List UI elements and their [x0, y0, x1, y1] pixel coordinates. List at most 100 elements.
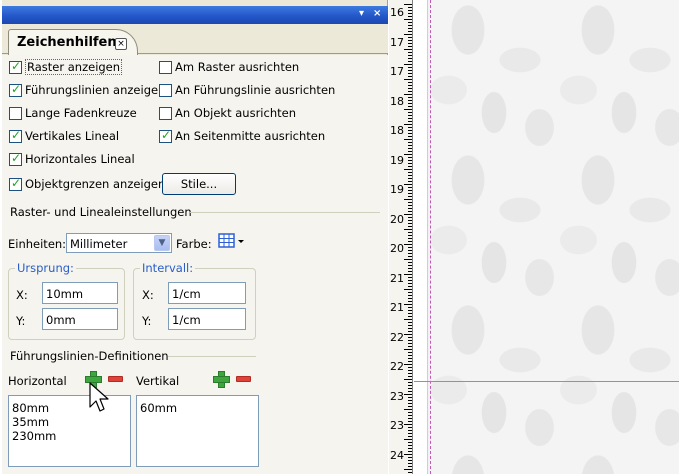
ruler-label: 16	[390, 6, 404, 19]
an-objekt-ausrichten-label: An Objekt ausrichten	[175, 106, 296, 120]
section-divider	[190, 212, 380, 213]
ruler-tick	[408, 115, 412, 116]
ursprung-x-input[interactable]: 10mm	[42, 282, 118, 304]
tab-zeichenhilfen[interactable]: Zeichenhilfen ×	[8, 29, 138, 55]
ruler-tick	[408, 40, 412, 41]
ruler-tick	[404, 94, 412, 95]
ruler-label: 19	[390, 153, 404, 167]
horizontal-guide-line[interactable]	[414, 381, 679, 382]
checkbox-box[interactable]	[9, 82, 22, 97]
ruler-tick	[408, 211, 412, 212]
ruler-tick	[408, 358, 412, 359]
ruler-tick	[408, 262, 412, 263]
ruler-tick	[404, 289, 412, 290]
ruler-tick	[408, 160, 412, 161]
ruler-tick	[408, 451, 412, 452]
ruler-tick	[408, 130, 412, 131]
ruler-tick	[404, 199, 412, 200]
an-objekt-ausrichten-checkbox[interactable]: An Objekt ausrichten	[159, 105, 296, 121]
intervall-x-input[interactable]: 1/cm	[168, 282, 246, 304]
ruler-tick	[408, 82, 412, 83]
horizontales-lineal-checkbox[interactable]: Horizontales Lineal	[9, 151, 135, 167]
ruler-tick	[408, 112, 412, 113]
ruler-tick	[408, 361, 412, 362]
ruler-tick	[408, 271, 412, 272]
ruler-tick	[408, 58, 412, 59]
document-canvas[interactable]	[414, 0, 679, 474]
ruler-label: 20	[390, 212, 404, 226]
ruler-tick	[404, 274, 412, 275]
ruler-tick	[408, 46, 412, 47]
margin-guide-line	[430, 0, 431, 474]
ruler-tick	[408, 382, 412, 383]
ruler-tick	[408, 67, 412, 68]
checkbox-box[interactable]	[159, 60, 172, 74]
ruler-tick	[408, 292, 412, 293]
ruler-tick	[404, 424, 412, 425]
einheiten-select[interactable]: Millimeter ▼	[66, 233, 172, 253]
close-panel-icon[interactable]: ×	[373, 8, 381, 19]
checkbox-box[interactable]	[159, 106, 172, 120]
checkbox-box[interactable]	[9, 151, 22, 166]
checkbox-box[interactable]	[159, 83, 172, 97]
ruler-tick	[408, 457, 412, 458]
list-item[interactable]: 60mm	[137, 401, 258, 415]
ruler-tick	[408, 103, 412, 104]
vertikales-lineal-checkbox[interactable]: Vertikales Lineal	[9, 128, 119, 144]
mouse-cursor-icon	[89, 382, 109, 412]
stile-button[interactable]: Stile...	[162, 173, 236, 195]
collapse-arrow-icon[interactable]: ▾	[359, 8, 364, 19]
damask-background-image	[429, 0, 679, 474]
ruler-label: 20	[390, 242, 404, 255]
chevron-down-icon[interactable]: ▼	[154, 235, 170, 251]
farbe-label: Farbe:	[176, 237, 212, 251]
ruler-tick	[408, 145, 412, 146]
ruler-tick	[408, 385, 412, 386]
ruler-tick	[408, 226, 412, 227]
vertical-guides-list[interactable]: 60mm	[136, 395, 259, 467]
lange-fadenkreuze-checkbox[interactable]: Lange Fadenkreuze	[9, 105, 137, 121]
zeichenhilfen-panel: ▾ × Zeichenhilfen × ≡▸ Raster anzeigen F…	[2, 0, 388, 474]
checkbox-box[interactable]	[159, 128, 172, 143]
vertikales-lineal-label: Vertikales Lineal	[25, 129, 120, 143]
ruler-tick	[408, 346, 412, 347]
add-vertical-guide-icon[interactable]	[212, 370, 230, 388]
an-fuehrungslinie-ausrichten-checkbox[interactable]: An Führungslinie ausrichten	[159, 82, 335, 98]
am-raster-ausrichten-checkbox[interactable]: Am Raster ausrichten	[159, 59, 299, 75]
fuehrungslinien-anzeigen-checkbox[interactable]: Führungslinien anzeigen	[9, 82, 165, 98]
objektgrenzen-anzeigen-checkbox[interactable]: Objektgrenzen anzeigen	[9, 176, 165, 192]
checkbox-box[interactable]	[9, 59, 22, 74]
an-seitenmitte-ausrichten-checkbox[interactable]: An Seitenmitte ausrichten	[159, 128, 325, 144]
ruler-tick	[408, 418, 412, 419]
tab-close-icon[interactable]: ×	[115, 38, 127, 50]
checkbox-box[interactable]	[9, 106, 22, 120]
panel-titlebar[interactable]: ▾ ×	[2, 6, 388, 24]
remove-vertical-guide-icon[interactable]	[236, 376, 251, 382]
ruler-tick	[408, 250, 412, 251]
list-item[interactable]: 35mm	[9, 415, 130, 429]
raster-anzeigen-checkbox[interactable]: Raster anzeigen	[9, 59, 123, 75]
ruler-label: 21	[390, 271, 404, 285]
checkbox-box[interactable]	[9, 128, 22, 143]
ruler-tick	[408, 247, 412, 248]
ruler-tick	[408, 205, 412, 206]
checkbox-box[interactable]	[9, 176, 22, 191]
ruler-tick	[408, 370, 412, 371]
raster-anzeigen-label: Raster anzeigen	[25, 59, 123, 75]
ruler-tick	[408, 196, 412, 197]
ruler-tick	[408, 442, 412, 443]
an-fuehrungslinie-ausrichten-label: An Führungslinie ausrichten	[175, 83, 336, 97]
ruler-tick	[408, 265, 412, 266]
ursprung-y-input[interactable]: 0mm	[42, 308, 118, 330]
ruler-tick	[404, 154, 412, 155]
ruler-tick	[408, 178, 412, 179]
vertical-ruler[interactable]: 16 17 17 18 18 19 19 20 20 21 21 22 22 23 23 24	[389, 0, 413, 474]
ruler-tick	[408, 430, 412, 431]
ruler-tick	[404, 379, 412, 380]
ruler-tick	[408, 61, 412, 62]
color-grid-picker[interactable]	[218, 232, 248, 250]
ruler-tick	[408, 163, 412, 164]
list-item[interactable]: 230mm	[9, 429, 130, 443]
intervall-y-input[interactable]: 1/cm	[168, 308, 246, 330]
ruler-tick	[408, 175, 412, 176]
